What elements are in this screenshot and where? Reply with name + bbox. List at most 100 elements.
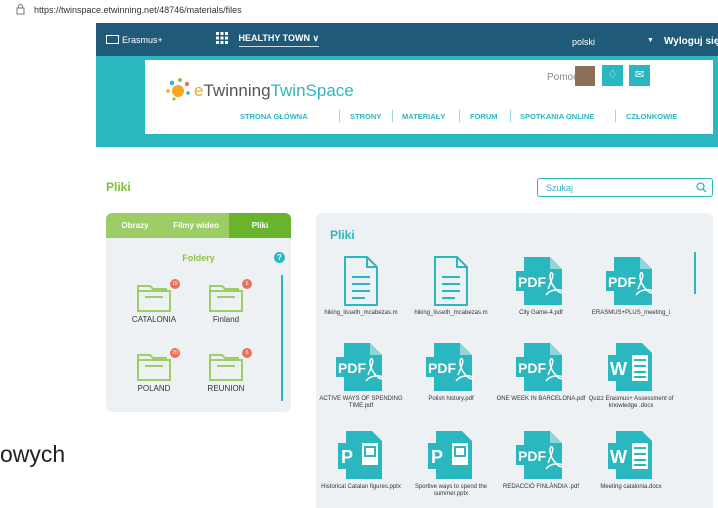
file-name: hiking_lisseth_mcabezas.m [324, 310, 398, 316]
nav-materialy[interactable]: MATERIAŁY [402, 112, 445, 121]
word-file-icon: W [586, 429, 676, 481]
search-placeholder: Szukaj [546, 183, 574, 193]
file-item[interactable]: P Historical Catalan figures.pptx [316, 429, 406, 491]
document-file-icon [316, 255, 406, 307]
folder-icon [209, 354, 243, 381]
file-item[interactable]: PDF Polish history.pdf [406, 341, 496, 403]
file-name: ERASMUS+PLUS_meeting_i [591, 310, 671, 316]
file-name: hiking_lisseth_mcabezas.m [414, 310, 488, 316]
project-selector[interactable]: HEALTHY TOWN ∨ [216, 32, 320, 47]
pdf-file-icon: PDF [586, 255, 676, 307]
word-file-icon: W [586, 341, 676, 393]
svg-text:P: P [431, 447, 443, 467]
svg-text:PDF: PDF [518, 274, 546, 290]
file-item[interactable]: PDF ERASMUS+PLUS_meeting_i [586, 255, 676, 317]
folder-icon [209, 285, 243, 312]
media-tabs: Obrazy Filmy wideo Pliki [106, 213, 291, 238]
folder-catalonia[interactable]: 15 CATALONIA [114, 279, 194, 324]
file-item[interactable]: W Meeting catalonia.docx [586, 429, 676, 491]
file-name: ONE WEEK IN BARCELONA.pdf [496, 396, 586, 402]
help-icon[interactable]: ? [274, 252, 285, 263]
svg-text:W: W [610, 447, 627, 467]
files-title: Pliki [330, 228, 355, 242]
folders-scrollbar[interactable] [281, 275, 283, 401]
top-bar: Erasmus+ HEALTHY TOWN ∨ polski ▼ Wyloguj… [96, 23, 718, 56]
svg-text:PDF: PDF [518, 360, 546, 376]
grid-icon [216, 32, 228, 44]
file-item[interactable]: hiking_lisseth_mcabezas.m [316, 255, 406, 317]
file-name: City Game-4.pdf [519, 310, 563, 316]
logout-link[interactable]: Wyloguj się [664, 36, 718, 47]
folder-count-badge: 20 [170, 348, 180, 358]
pdf-file-icon: PDF [496, 255, 586, 307]
file-name: ACTIVE WAYS OF SPENDING TIME.pdf [319, 396, 403, 409]
search-icon[interactable] [696, 182, 707, 193]
file-item[interactable]: hiking_lisseth_mcabezas.m [406, 255, 496, 317]
folder-icon [137, 285, 171, 312]
folder-reunion[interactable]: 6 REUNION [186, 348, 266, 393]
caret-down-icon[interactable]: ▼ [647, 37, 654, 44]
file-item[interactable]: P Sportive ways to spend the summer.pptx [406, 429, 496, 498]
pdf-file-icon: PDF [316, 341, 406, 393]
help-link[interactable]: Pomoc [547, 72, 578, 83]
project-name: HEALTHY TOWN [238, 33, 311, 43]
folder-icon [137, 354, 171, 381]
nav-czlonkowie[interactable]: CZŁONKOWIE [626, 112, 677, 121]
tab-filmy-wideo[interactable]: Filmy wideo [164, 213, 228, 238]
pdf-file-icon: PDF [496, 341, 586, 393]
folder-label: CATALONIA [131, 315, 177, 324]
tab-obrazy[interactable]: Obrazy [106, 213, 164, 238]
file-name: Quizz Erasmus+ Assessment of knowledge .… [588, 396, 674, 409]
svg-text:PDF: PDF [338, 360, 366, 376]
nav-strony[interactable]: STRONY [350, 112, 381, 121]
nav-strona-glowna[interactable]: STRONA GŁÓWNA [240, 112, 308, 121]
file-name: Sportive ways to spend the summer.pptx [414, 484, 488, 497]
lock-icon [16, 4, 25, 15]
file-item[interactable]: PDF ONE WEEK IN BARCELONA.pdf [496, 341, 586, 403]
folders-panel: Obrazy Filmy wideo Pliki Foldery ? 15 CA… [106, 213, 291, 412]
svg-text:PDF: PDF [518, 448, 546, 464]
powerpoint-file-icon: P [316, 429, 406, 481]
bell-icon[interactable]: ♢ [602, 65, 623, 86]
svg-text:PDF: PDF [608, 274, 636, 290]
folder-label: REUNION [207, 384, 245, 393]
header-banner: eTwinningTwinSpace Pomoc ♢ ✉ STRONA GŁÓW… [96, 56, 718, 147]
file-name: Historical Catalan figures.pptx [321, 484, 401, 490]
language-select[interactable]: polski [572, 37, 595, 47]
tab-pliki[interactable]: Pliki [229, 213, 291, 238]
folders-title: Foldery [182, 253, 215, 263]
file-item[interactable]: PDF ACTIVE WAYS OF SPENDING TIME.pdf [316, 341, 406, 410]
erasmus-label: Erasmus+ [122, 35, 163, 45]
file-item[interactable]: PDF City Game-4.pdf [496, 255, 586, 317]
etwinning-logo[interactable]: eTwinningTwinSpace [164, 76, 354, 107]
url-text: https://twinspace.etwinning.net/48746/ma… [34, 5, 242, 15]
folder-label: Finland [212, 315, 240, 324]
folder-finland[interactable]: 6 Finland [186, 279, 266, 324]
file-item[interactable]: PDF REDACCIÓ FINLÀNDIA .pdf [496, 429, 586, 491]
search-input[interactable]: Szukaj [537, 178, 713, 197]
browser-address-bar[interactable]: https://twinspace.etwinning.net/48746/ma… [0, 0, 718, 22]
document-file-icon [406, 255, 496, 307]
mail-icon[interactable]: ✉ [629, 65, 650, 86]
avatar[interactable] [575, 66, 595, 86]
nav-spotkania-online[interactable]: SPOTKANIA ONLINE [520, 112, 594, 121]
files-scrollbar[interactable] [694, 252, 696, 294]
nav-forum[interactable]: FORUM [470, 112, 498, 121]
svg-text:W: W [610, 359, 627, 379]
file-item[interactable]: W Quizz Erasmus+ Assessment of knowledge … [586, 341, 676, 410]
folder-count-badge: 15 [170, 279, 180, 289]
file-name: Polish history.pdf [428, 396, 474, 402]
page-title: Pliki [106, 180, 131, 194]
files-panel: Pliki hiking_lisseth_mcabezas.m hiking_li… [316, 213, 713, 508]
folder-poland[interactable]: 20 POLAND [114, 348, 194, 393]
folder-label: POLAND [137, 384, 171, 393]
folder-count-badge: 6 [242, 279, 252, 289]
svg-text:P: P [341, 447, 353, 467]
erasmus-logo[interactable]: Erasmus+ [106, 35, 163, 45]
pdf-file-icon: PDF [496, 429, 586, 481]
eu-flag-icon [106, 35, 119, 44]
powerpoint-file-icon: P [406, 429, 496, 481]
logo-text: eTwinningTwinSpace [194, 81, 354, 100]
header-card: eTwinningTwinSpace Pomoc ♢ ✉ STRONA GŁÓW… [145, 60, 713, 134]
file-name: REDACCIÓ FINLÀNDIA .pdf [502, 484, 580, 490]
